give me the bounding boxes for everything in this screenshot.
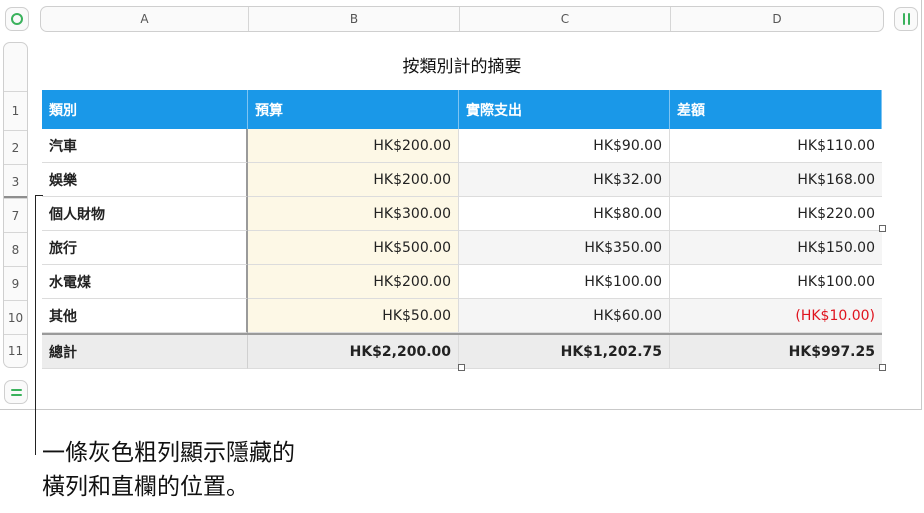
difference-cell-negative[interactable]: (HK$10.00) [670, 299, 882, 333]
column-header-a[interactable]: A [41, 7, 249, 31]
row-header-bar: 1 2 3 7 8 9 10 11 [3, 42, 28, 368]
callout-line [35, 195, 36, 455]
table-row: 娛樂 HK$200.00 HK$32.00 HK$168.00 [42, 163, 882, 197]
budget-cell[interactable]: HK$200.00 [248, 163, 459, 197]
row-header-blank [4, 43, 27, 91]
total-label-cell[interactable]: 總計 [42, 335, 248, 369]
actual-cell[interactable]: HK$80.00 [459, 197, 670, 231]
callout-line-1: 一條灰色粗列顯示隱藏的 [42, 440, 295, 466]
actual-cell[interactable]: HK$350.00 [459, 231, 670, 265]
budget-cell[interactable]: HK$500.00 [248, 231, 459, 265]
row-header-1[interactable]: 1 [4, 91, 27, 130]
row-handle-icon [10, 388, 22, 396]
category-cell[interactable]: 娛樂 [42, 163, 248, 197]
resize-handle[interactable] [879, 225, 886, 232]
column-header-bar: A B C D [40, 6, 884, 32]
actual-cell[interactable]: HK$100.00 [459, 265, 670, 299]
total-budget-cell[interactable]: HK$2,200.00 [248, 335, 459, 369]
column-header-c[interactable]: C [460, 7, 671, 31]
row-header-11[interactable]: 11 [4, 334, 27, 367]
table-row: 汽車 HK$200.00 HK$90.00 HK$110.00 [42, 129, 882, 163]
row-header-3[interactable]: 3 [4, 164, 27, 198]
summary-table: 類別 預算 實際支出 差額 汽車 HK$200.00 HK$90.00 HK$1… [42, 90, 882, 369]
actual-cell[interactable]: HK$32.00 [459, 163, 670, 197]
header-cell[interactable]: 實際支出 [459, 90, 670, 129]
header-cell[interactable]: 預算 [248, 90, 459, 129]
budget-cell[interactable]: HK$300.00 [248, 197, 459, 231]
difference-cell[interactable]: HK$100.00 [670, 265, 882, 299]
difference-cell[interactable]: HK$220.00 [670, 197, 882, 231]
budget-cell[interactable]: HK$200.00 [248, 265, 459, 299]
table-row: 旅行 HK$500.00 HK$350.00 HK$150.00 [42, 231, 882, 265]
header-cell[interactable]: 差額 [670, 90, 882, 129]
difference-cell[interactable]: HK$110.00 [670, 129, 882, 163]
column-handle-icon [902, 13, 910, 25]
total-actual-cell[interactable]: HK$1,202.75 [459, 335, 670, 369]
difference-cell[interactable]: HK$168.00 [670, 163, 882, 197]
row-header-7[interactable]: 7 [4, 198, 27, 232]
add-row-button[interactable] [4, 380, 28, 404]
add-column-button[interactable] [894, 7, 918, 31]
resize-handle[interactable] [879, 364, 886, 371]
callout-line [35, 195, 43, 196]
category-cell[interactable]: 個人財物 [42, 197, 248, 231]
category-cell[interactable]: 汽車 [42, 129, 248, 163]
table-row: 個人財物 HK$300.00 HK$80.00 HK$220.00 [42, 197, 882, 231]
resize-handle[interactable] [458, 364, 465, 371]
circle-icon [11, 13, 23, 25]
actual-cell[interactable]: HK$60.00 [459, 299, 670, 333]
header-cell[interactable]: 類別 [42, 90, 248, 129]
category-cell[interactable]: 其他 [42, 299, 248, 333]
budget-cell[interactable]: HK$50.00 [248, 299, 459, 333]
column-header-d[interactable]: D [671, 7, 883, 31]
row-header-9[interactable]: 9 [4, 266, 27, 300]
row-header-8[interactable]: 8 [4, 232, 27, 266]
table-title[interactable]: 按類別計的摘要 [42, 52, 882, 77]
column-header-b[interactable]: B [249, 7, 460, 31]
table-row: 水電煤 HK$200.00 HK$100.00 HK$100.00 [42, 265, 882, 299]
table-row: 其他 HK$50.00 HK$60.00 (HK$10.00) [42, 299, 882, 333]
actual-cell[interactable]: HK$90.00 [459, 129, 670, 163]
header-row: 類別 預算 實際支出 差額 [42, 90, 882, 129]
row-header-2[interactable]: 2 [4, 130, 27, 164]
total-difference-cell[interactable]: HK$997.25 [670, 335, 882, 369]
callout-text: 一條灰色粗列顯示隱藏的 橫列和直欄的位置。 [42, 436, 295, 504]
budget-cell[interactable]: HK$200.00 [248, 129, 459, 163]
category-cell[interactable]: 水電煤 [42, 265, 248, 299]
table-select-button[interactable] [5, 7, 29, 31]
row-header-10[interactable]: 10 [4, 300, 27, 334]
callout-line-2: 橫列和直欄的位置。 [42, 474, 249, 500]
difference-cell[interactable]: HK$150.00 [670, 231, 882, 265]
category-cell[interactable]: 旅行 [42, 231, 248, 265]
